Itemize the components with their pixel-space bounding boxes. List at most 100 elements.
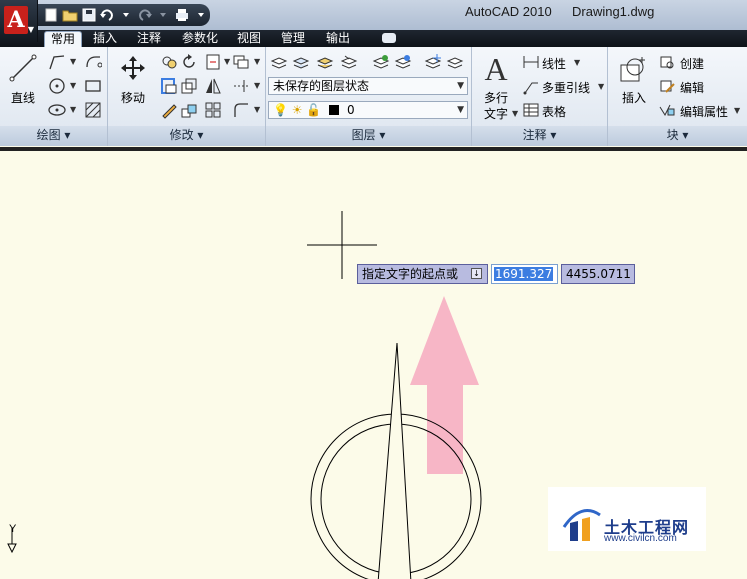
trim-icon	[206, 54, 220, 70]
pencil-icon	[162, 104, 177, 119]
layers-stack-icon	[233, 55, 249, 69]
save-button[interactable]	[79, 5, 98, 25]
tab-output[interactable]: 输出	[320, 31, 356, 47]
edit-attributes-label[interactable]: 编辑属性	[680, 103, 728, 120]
line-button[interactable]	[8, 53, 38, 83]
application-menu-button[interactable]: A ▼	[0, 0, 38, 42]
chevron-down-icon[interactable]: ▼	[70, 105, 76, 114]
array-3d-button[interactable]	[180, 101, 198, 119]
edit-block-icon[interactable]	[658, 77, 676, 95]
rotate-button[interactable]	[180, 53, 198, 71]
mirror-icon	[206, 78, 221, 94]
ribbon-minimize-button[interactable]	[382, 33, 396, 43]
chevron-down-icon[interactable]: ▼	[512, 109, 518, 118]
tab-insert[interactable]: 插入	[87, 31, 123, 47]
chamfer-button[interactable]	[232, 101, 250, 119]
chevron-down-icon[interactable]: ▼	[254, 105, 260, 114]
mtext-label-1: 多行	[483, 91, 508, 105]
edit-block-label[interactable]: 编辑	[680, 79, 704, 96]
arc-button[interactable]	[84, 53, 102, 71]
create-block-label[interactable]: 创建	[680, 55, 704, 72]
panel-annotation-title[interactable]: 注释 ▾	[472, 126, 607, 146]
panel-modify-title[interactable]: 修改 ▾	[108, 126, 265, 146]
coordinate-y-input[interactable]: 4455.0711	[561, 264, 635, 284]
lightbulb-icon: 💡	[273, 103, 288, 117]
chevron-down-icon[interactable]: ▼	[70, 81, 76, 90]
circle-icon	[49, 78, 65, 94]
multileader-icon[interactable]	[522, 77, 540, 95]
fillet-button[interactable]	[160, 101, 178, 119]
tab-annotate[interactable]: 注释	[131, 31, 167, 47]
chevron-down-icon[interactable]: ▼	[734, 106, 740, 115]
array-button[interactable]	[204, 101, 222, 119]
arc-icon	[86, 56, 102, 68]
layer-properties-button[interactable]	[270, 53, 288, 71]
chevron-down-icon[interactable]: ▼	[574, 58, 580, 67]
ribbon: 直线 ▼ ▼ ▼ 绘图 ▾ 移动 ▼ ▼ ▼ ▼ 修改 ▾ 未保存的图层状态 ▼…	[0, 47, 747, 146]
ribbon-tabs: 常用 插入 注释 参数化 视图 管理 输出	[0, 30, 747, 47]
erase-button[interactable]	[232, 53, 250, 71]
layer-previous-button[interactable]	[340, 53, 358, 71]
create-block-icon[interactable]	[658, 53, 676, 71]
chevron-down-icon[interactable]: ▼	[598, 82, 604, 91]
layer-state-dropdown[interactable]: 未保存的图层状态 ▼	[268, 77, 468, 95]
layer-isolate-button[interactable]	[372, 53, 390, 71]
layer-unisolate-button[interactable]	[394, 53, 412, 71]
tab-parametric[interactable]: 参数化	[176, 31, 224, 47]
panel-annotation: A 多行 文字 ▼ 线性 ▼ 多重引线 ▼ 表格 注释 ▾	[472, 47, 608, 146]
panel-block-title[interactable]: 块 ▾	[608, 126, 747, 146]
plot-button[interactable]	[173, 5, 192, 25]
layer-match-button[interactable]	[316, 53, 334, 71]
options-down-arrow-icon[interactable]: ↓	[471, 268, 482, 279]
line-icon	[9, 54, 37, 82]
extend-button[interactable]	[232, 77, 250, 95]
new-button[interactable]	[42, 5, 61, 25]
table-icon[interactable]	[522, 101, 540, 119]
layer-freeze-button[interactable]	[424, 53, 442, 71]
linear-dimension-label[interactable]: 线性	[542, 55, 566, 72]
layer-dropdown[interactable]: 💡 ☀ 🔓 0 ▼	[268, 101, 468, 119]
hatch-button[interactable]	[84, 101, 102, 119]
polyline-button[interactable]	[48, 53, 66, 71]
pink-arrow-shape	[410, 296, 479, 474]
undo-dropdown[interactable]	[117, 5, 136, 25]
tab-manage[interactable]: 管理	[275, 31, 311, 47]
coordinate-x-input[interactable]: 1691.327	[491, 264, 558, 284]
edit-attributes-icon[interactable]	[658, 101, 676, 119]
scale-button[interactable]	[180, 77, 198, 95]
tab-view[interactable]: 视图	[231, 31, 267, 47]
layer-states-button[interactable]	[292, 53, 310, 71]
insert-block-icon[interactable]	[618, 55, 650, 85]
qat-customize-dropdown[interactable]	[191, 5, 210, 25]
rectangle-button[interactable]	[84, 77, 102, 95]
layer-off-button[interactable]	[446, 53, 464, 71]
chevron-down-icon[interactable]: ▼	[254, 57, 260, 66]
copy-icon	[162, 56, 177, 69]
north-needle	[377, 342, 412, 579]
chevron-down-icon[interactable]: ▼	[224, 57, 230, 66]
save-icon	[82, 8, 96, 22]
ellipse-button[interactable]	[48, 101, 66, 119]
chevron-down-icon[interactable]: ▼	[70, 57, 76, 66]
mirror-button[interactable]	[204, 77, 222, 95]
panel-layers-title[interactable]: 图层 ▾	[266, 126, 471, 146]
copy-button[interactable]	[160, 53, 178, 71]
mtext-label-2: 文字	[483, 107, 508, 121]
mtext-icon[interactable]: A	[482, 51, 510, 87]
redo-dropdown[interactable]	[154, 5, 173, 25]
redo-button[interactable]	[135, 5, 154, 25]
chevron-down-icon[interactable]: ▼	[254, 81, 260, 90]
circle-button[interactable]	[48, 77, 66, 95]
table-label[interactable]: 表格	[542, 103, 566, 120]
insert-label: 插入	[621, 91, 646, 105]
multileader-label[interactable]: 多重引线	[542, 79, 590, 96]
stretch-button[interactable]	[160, 77, 178, 95]
linear-dimension-icon[interactable]	[522, 53, 540, 71]
move-button[interactable]	[118, 53, 148, 83]
undo-button[interactable]	[98, 5, 117, 25]
panel-draw-title[interactable]: 绘图 ▾	[0, 126, 107, 146]
tab-home[interactable]: 常用	[44, 31, 83, 47]
open-button[interactable]	[61, 5, 80, 25]
trim-button[interactable]	[204, 53, 222, 71]
copy-objects-icon	[181, 104, 197, 118]
